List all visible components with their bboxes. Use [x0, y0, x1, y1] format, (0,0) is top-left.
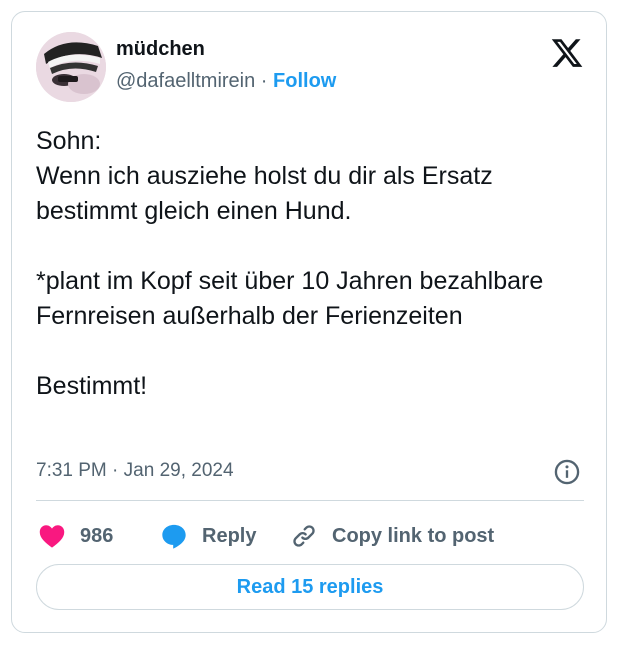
tweet-date[interactable]: Jan 29, 2024: [124, 460, 234, 481]
meta-separator: ·: [106, 460, 124, 481]
like-button[interactable]: 986: [38, 518, 113, 554]
read-replies-button[interactable]: Read 15 replies: [36, 564, 584, 610]
reply-label: Reply: [202, 524, 257, 547]
speech-bubble-icon: [162, 524, 186, 549]
copy-link-button[interactable]: Copy link to post: [290, 518, 494, 554]
x-logo-icon[interactable]: [550, 36, 584, 70]
like-count: 986: [80, 524, 114, 547]
link-icon: [293, 525, 315, 547]
avatar[interactable]: [36, 32, 106, 102]
info-icon[interactable]: [553, 458, 581, 486]
heart-icon: [39, 525, 65, 548]
tweet-timestamp[interactable]: 7:31 PM · Jan 29, 2024: [36, 460, 234, 482]
copy-link-label: Copy link to post: [332, 524, 495, 547]
reply-button[interactable]: Reply: [160, 518, 256, 554]
read-replies-label: Read 15 replies: [236, 575, 384, 598]
divider: [36, 500, 584, 501]
handle-separator: ·: [255, 70, 274, 92]
tweet-text: Sohn: Wenn ich ausziehe holst du dir als…: [36, 127, 544, 400]
avatar-image: [36, 32, 106, 102]
follow-link[interactable]: Follow: [273, 70, 336, 92]
author-handle-row: @dafaelltmirein · Follow: [116, 70, 336, 93]
tweet-card: müdchen @dafaelltmirein · Follow Sohn: W…: [11, 11, 607, 633]
action-bar: 986 Reply Copy link to post: [36, 518, 596, 554]
author-name[interactable]: müdchen: [116, 38, 205, 61]
tweet-time[interactable]: 7:31 PM: [36, 460, 107, 481]
author-handle[interactable]: @dafaelltmirein: [116, 70, 255, 92]
